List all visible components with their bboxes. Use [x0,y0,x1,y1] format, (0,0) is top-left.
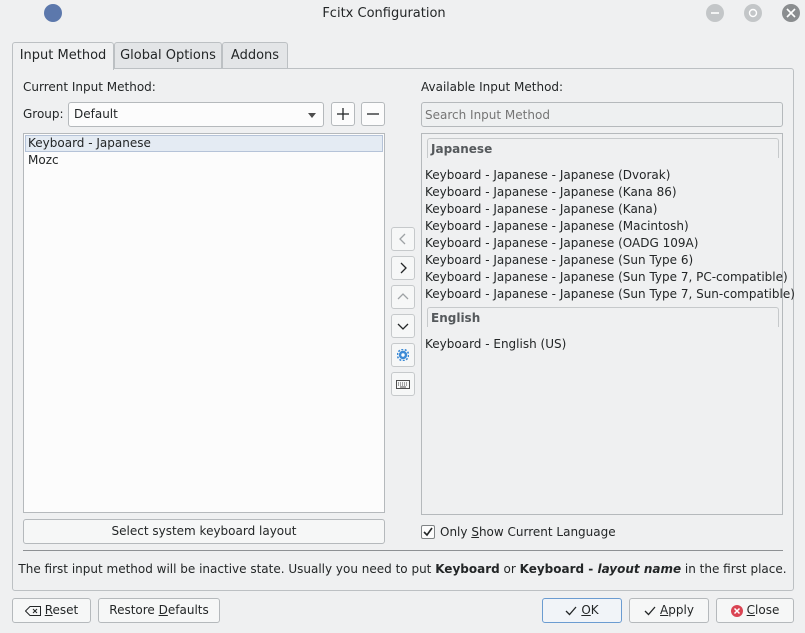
list-item[interactable]: Keyboard - Japanese - Japanese (Kana) [425,202,657,216]
list-item[interactable]: Keyboard - English (US) [425,337,566,351]
move-right-button[interactable] [391,256,415,280]
chevron-right-icon [400,262,407,274]
only-show-current-language-label[interactable]: Only Show Current Language [440,525,616,539]
apply-button[interactable]: Apply [629,598,709,623]
keyboard-icon [396,380,410,389]
remove-group-button[interactable] [361,102,385,126]
move-left-button[interactable] [391,227,415,251]
divider [23,550,783,551]
check-icon [644,606,656,615]
list-item[interactable]: Keyboard - Japanese - Japanese (Dvorak) [425,168,670,182]
clear-icon [24,605,41,616]
tab-addons[interactable]: Addons [222,42,288,69]
close-icon [730,604,743,617]
list-item[interactable]: Keyboard - Japanese - Japanese (Sun Type… [425,287,795,301]
maximize-icon[interactable] [744,4,762,22]
minimize-icon[interactable] [706,4,724,22]
move-up-button[interactable] [391,285,415,309]
list-item[interactable]: Keyboard - Japanese - Japanese (OADG 109… [425,236,698,250]
close-button[interactable]: Close [716,598,794,623]
gear-icon [397,349,409,361]
available-input-method-heading: Available Input Method: [421,80,564,94]
move-down-button[interactable] [391,314,415,338]
chevron-down-icon [397,323,409,330]
check-icon [565,606,577,615]
only-show-current-language-checkbox[interactable] [421,525,435,539]
reset-button[interactable]: Reset [12,598,91,623]
window-title: Fcitx Configuration [322,6,446,21]
list-item[interactable]: Keyboard - Japanese - Japanese (Macintos… [425,219,689,233]
group-combobox[interactable]: Default [68,102,324,127]
add-group-button[interactable] [331,102,355,126]
info-message: The first input method will be inactive … [18,562,787,576]
chevron-left-icon [399,233,406,245]
keyboard-layout-button[interactable] [391,372,415,396]
checkmark-icon [423,527,433,537]
group-label: Group: [23,107,64,121]
search-input-method-field[interactable] [421,102,783,127]
list-item[interactable]: Keyboard - Japanese [25,135,383,152]
list-item[interactable]: Keyboard - Japanese - Japanese (Sun Type… [425,253,693,267]
configure-button[interactable] [391,343,415,367]
group-value: Default [74,107,118,121]
restore-defaults-button[interactable]: Restore Defaults [98,598,220,623]
chevron-up-icon [397,293,409,300]
tab-input-method[interactable]: Input Method [12,42,114,70]
list-item[interactable]: Mozc [25,152,383,169]
list-item[interactable]: Keyboard - Japanese - Japanese (Kana 86) [425,185,677,199]
chevron-down-icon [308,113,316,118]
minus-icon [367,113,379,115]
ok-button[interactable]: OK [542,598,622,623]
current-input-method-heading: Current Input Method: [23,80,156,94]
plus-icon [337,108,349,120]
available-input-method-list[interactable]: Japanese Keyboard - Japanese - Japanese … [421,133,795,515]
tab-global-options[interactable]: Global Options [114,42,222,69]
select-keyboard-layout-button[interactable]: Select system keyboard layout [23,519,385,544]
close-window-icon[interactable] [782,4,800,22]
category-header-japanese: Japanese [427,138,779,158]
list-item[interactable]: Keyboard - Japanese - Japanese (Sun Type… [425,270,788,284]
current-input-method-list[interactable]: Keyboard - Japanese Mozc [23,133,385,513]
category-header-english: English [427,307,779,327]
